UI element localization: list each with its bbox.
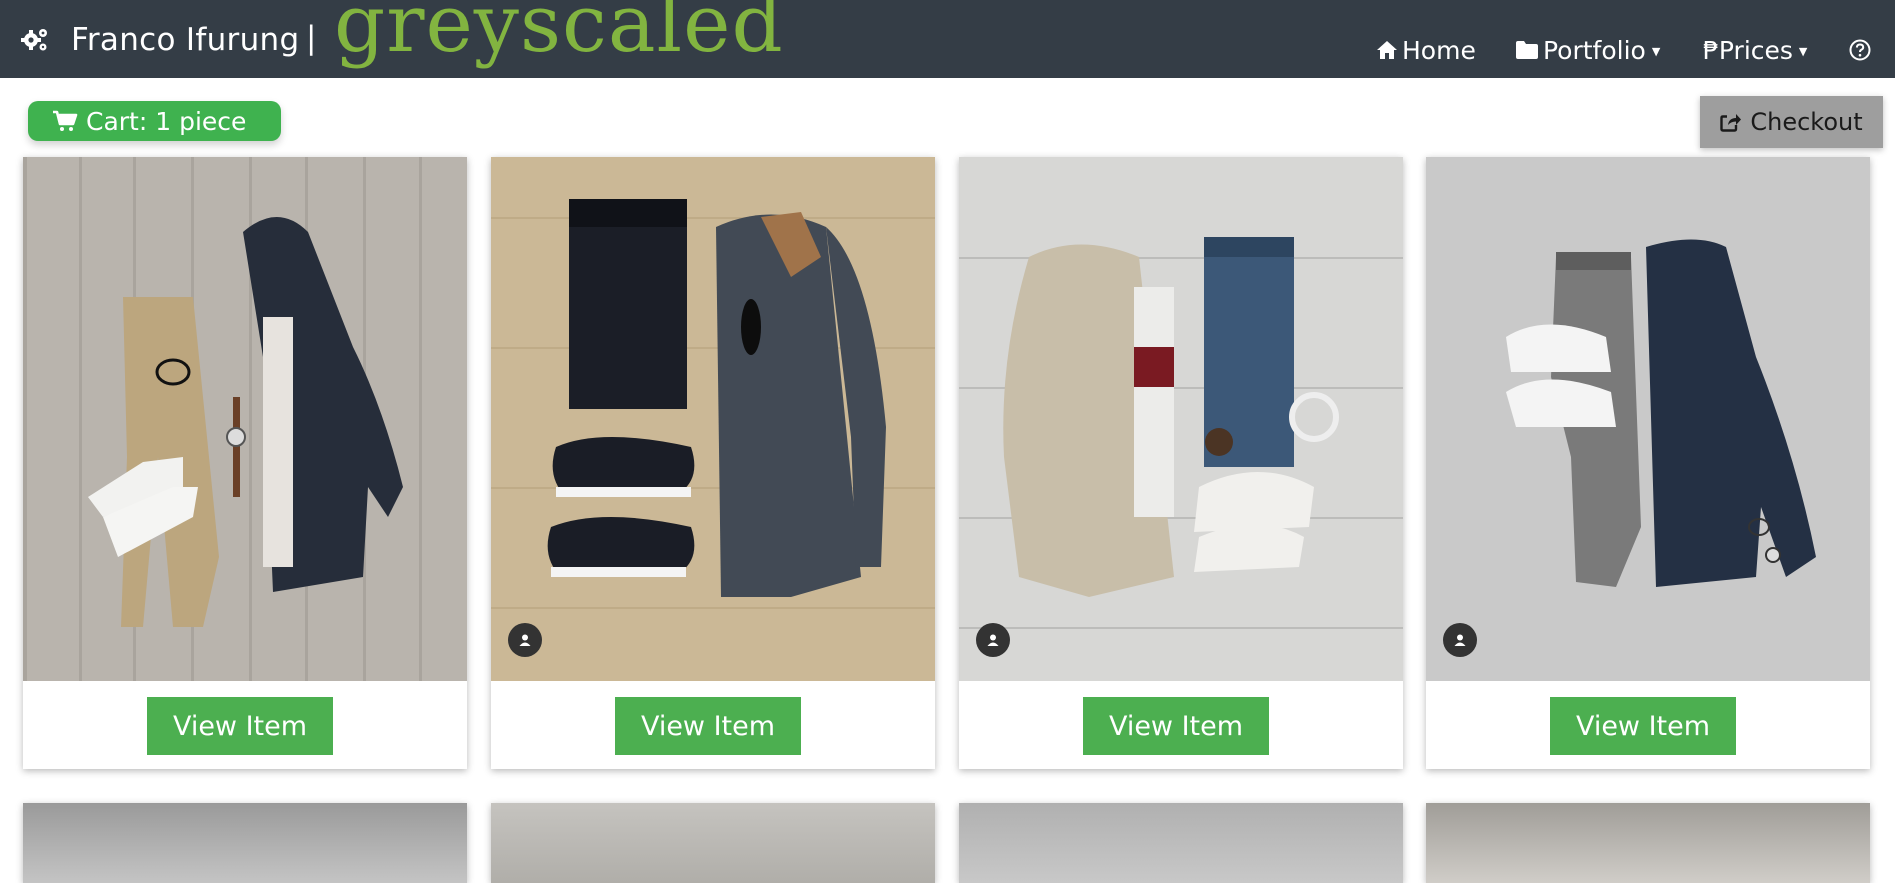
home-icon: [1377, 41, 1397, 59]
view-item-button[interactable]: View Item: [1550, 697, 1736, 755]
nav-portfolio[interactable]: Portfolio ▼: [1515, 30, 1660, 70]
nav-home-label: Home: [1402, 35, 1476, 65]
portfolio-card: View Item: [23, 157, 467, 769]
item-photo[interactable]: [23, 157, 467, 681]
nav-prices[interactable]: ₱ Prices ▼: [1703, 30, 1807, 70]
site-name[interactable]: Franco Ifurung: [71, 22, 299, 58]
peso-icon: ₱: [1703, 35, 1719, 65]
user-icon[interactable]: [508, 623, 542, 657]
brand-separator: |: [306, 20, 317, 56]
cart-button[interactable]: Cart: 1 piece: [28, 101, 281, 141]
item-photo[interactable]: [491, 157, 935, 681]
chevron-down-icon: ▼: [1651, 44, 1661, 58]
item-photo[interactable]: [959, 157, 1403, 681]
item-photo[interactable]: [1426, 157, 1870, 681]
user-icon[interactable]: [976, 623, 1010, 657]
portfolio-card: View Item: [491, 157, 935, 769]
portfolio-card: View Item: [959, 157, 1403, 769]
share-square-icon: [1720, 114, 1742, 132]
nav-portfolio-label: Portfolio: [1543, 35, 1646, 65]
shopping-cart-icon: [53, 110, 78, 131]
help-icon: [1849, 39, 1871, 61]
view-item-button[interactable]: View Item: [147, 697, 333, 755]
checkout-label: Checkout: [1750, 108, 1863, 136]
gears-icon[interactable]: [20, 26, 50, 54]
checkout-button[interactable]: Checkout: [1700, 96, 1883, 148]
chevron-down-icon: ▼: [1798, 44, 1808, 58]
view-item-button[interactable]: View Item: [615, 697, 801, 755]
portfolio-card: View Item: [1426, 157, 1870, 769]
portfolio-card[interactable]: [959, 803, 1403, 883]
cart-label: Cart: 1 piece: [86, 106, 247, 136]
nav-home[interactable]: Home: [1376, 30, 1476, 70]
site-logo[interactable]: greyscaled: [334, 0, 784, 64]
portfolio-card[interactable]: [1426, 803, 1870, 883]
view-item-button[interactable]: View Item: [1083, 697, 1269, 755]
user-icon[interactable]: [1443, 623, 1477, 657]
folder-icon: [1516, 41, 1538, 59]
top-nav-bar: Franco Ifurung | greyscaled Home Portfol…: [0, 0, 1895, 78]
nav-prices-label: Prices: [1718, 35, 1793, 65]
portfolio-card[interactable]: [23, 803, 467, 883]
portfolio-card[interactable]: [491, 803, 935, 883]
nav-help[interactable]: [1849, 30, 1871, 70]
